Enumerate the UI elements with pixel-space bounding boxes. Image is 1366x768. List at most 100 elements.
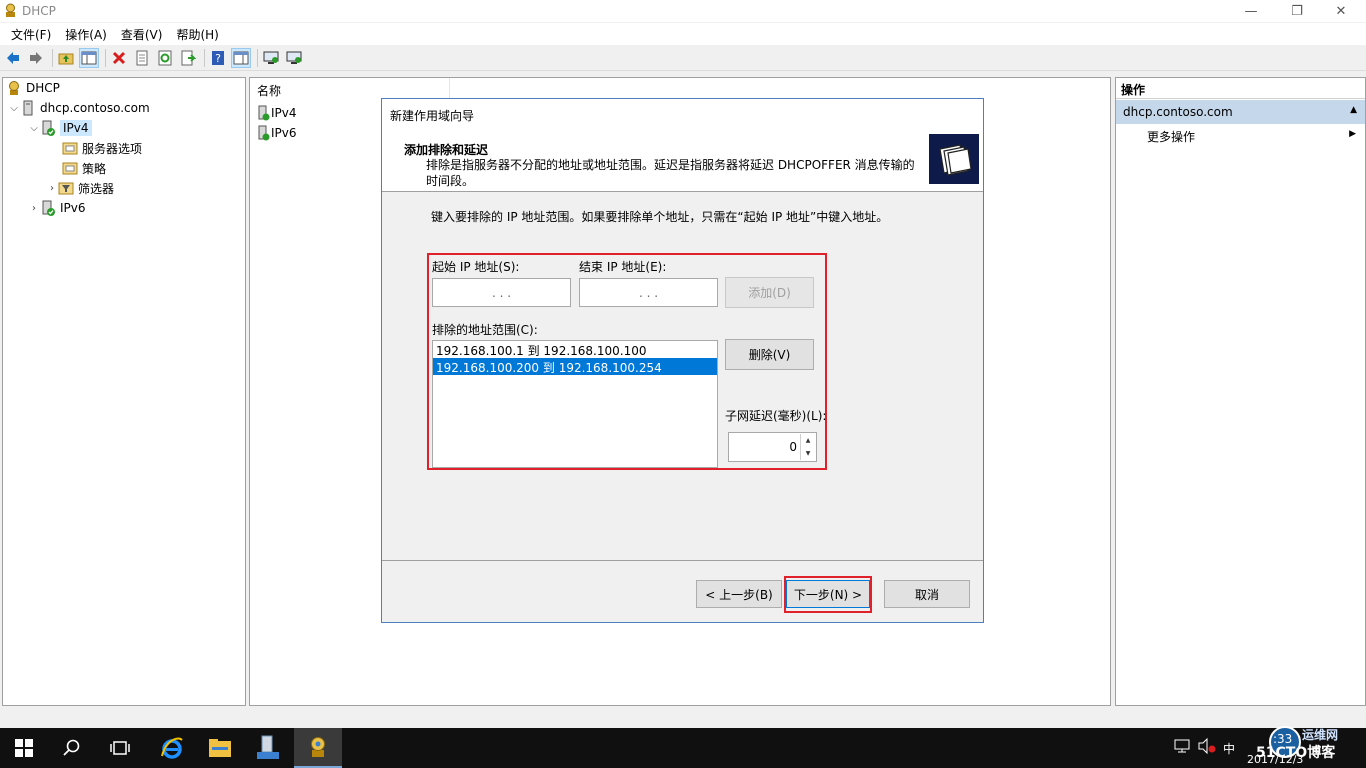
input-language-indicator[interactable]: 中	[1223, 740, 1235, 757]
back-button[interactable]: < 上一步(B)	[696, 580, 782, 608]
mmc-window: DHCP — ❐ ✕ 文件(F) 操作(A) 查看(V) 帮助(H) ? DHC…	[0, 0, 1366, 728]
properties-icon[interactable]	[132, 48, 152, 68]
spin-up-icon[interactable]: ▲	[801, 434, 815, 447]
policies-icon	[62, 162, 78, 175]
back-arrow-icon[interactable]	[3, 48, 23, 68]
remove-button[interactable]: 删除(V)	[725, 339, 814, 370]
show-hide-action-pane-icon[interactable]	[231, 48, 251, 68]
file-explorer-icon[interactable]	[196, 728, 244, 768]
tree-item-ipv4[interactable]: ⌵ IPv4	[28, 118, 92, 138]
tree-label: dhcp.contoso.com	[40, 101, 150, 115]
dhcp-taskbar-icon[interactable]	[294, 728, 342, 768]
server-manager-icon[interactable]	[244, 728, 292, 768]
next-button[interactable]: 下一步(N) >	[786, 580, 870, 608]
list-item[interactable]: IPv6	[257, 124, 297, 142]
tree-item-server[interactable]: ⌵ dhcp.contoso.com	[8, 98, 150, 118]
authorize-server-icon[interactable]	[261, 48, 281, 68]
restore-button[interactable]: ❐	[1274, 0, 1320, 22]
tree-label: DHCP	[26, 81, 60, 95]
toolbar: ?	[0, 46, 1366, 71]
excluded-ranges-list[interactable]: 192.168.100.1 到 192.168.100.100 192.168.…	[432, 340, 718, 468]
wizard-section-description: 排除是指服务器不分配的地址或地址范围。延迟是指服务器将延迟 DHCPOFFER …	[426, 158, 915, 188]
internet-explorer-icon[interactable]	[148, 728, 196, 768]
tree-item-filters[interactable]: › 筛选器	[46, 178, 114, 198]
toolbar-separator	[105, 49, 106, 67]
dhcp-trophy-icon	[9, 81, 19, 95]
start-windows-icon[interactable]	[0, 728, 48, 768]
footer-divider	[382, 560, 983, 561]
unauthorize-server-icon[interactable]	[284, 48, 304, 68]
ip-octet-separators: . . .	[638, 285, 659, 300]
task-view-icon[interactable]	[96, 728, 144, 768]
wizard-section-title: 添加排除和延迟	[404, 143, 489, 157]
menu-help[interactable]: 帮助(H)	[169, 26, 225, 43]
menu-file[interactable]: 文件(F)	[4, 26, 58, 43]
subnet-delay-spinner[interactable]: 0 ▲ ▼	[728, 432, 817, 462]
collapse-chevron-icon[interactable]: ⌵	[8, 103, 20, 114]
start-ip-input[interactable]: . . .	[432, 278, 571, 307]
actions-pane: 操作 dhcp.contoso.com ▲ 更多操作 ▶	[1115, 77, 1366, 706]
actions-header: 操作	[1116, 78, 1365, 99]
add-button[interactable]: 添加(D)	[725, 277, 814, 308]
dhcp-app-icon	[6, 3, 15, 17]
toolbar-separator	[52, 49, 53, 67]
tree-label: 筛选器	[78, 181, 115, 196]
network-icon[interactable]	[1174, 738, 1190, 757]
menu-action[interactable]: 操作(A)	[58, 26, 114, 43]
end-ip-input[interactable]: . . .	[579, 278, 718, 307]
cancel-button[interactable]: 取消	[884, 580, 970, 608]
actions-section-server[interactable]: dhcp.contoso.com ▲	[1116, 100, 1365, 124]
ipv4-server-icon	[258, 105, 270, 121]
tree-label: IPv4	[60, 120, 92, 136]
menu-view[interactable]: 查看(V)	[114, 26, 170, 43]
wizard-header: 新建作用域向导 添加排除和延迟 排除是指服务器不分配的地址或地址范围。延迟是指服…	[382, 99, 983, 192]
list-item-label: IPv6	[271, 126, 297, 140]
spin-down-icon[interactable]: ▼	[801, 447, 815, 460]
tree-label: 服务器选项	[82, 141, 143, 156]
up-folder-icon[interactable]	[56, 48, 76, 68]
excluded-ranges-label: 排除的地址范围(C):	[432, 323, 538, 337]
list-item[interactable]: 192.168.100.1 到 192.168.100.100	[433, 341, 717, 358]
window-title: DHCP	[22, 4, 56, 18]
list-item-label: IPv4	[271, 106, 297, 120]
delete-icon[interactable]	[109, 48, 129, 68]
actions-section-label: dhcp.contoso.com	[1123, 105, 1233, 119]
svg-text:?: ?	[215, 52, 221, 65]
taskbar: 中	[0, 728, 1366, 768]
spinner-arrows: ▲ ▼	[800, 434, 815, 460]
volume-muted-icon[interactable]	[1198, 737, 1216, 757]
expand-chevron-icon[interactable]: ›	[28, 203, 40, 214]
export-list-icon[interactable]	[178, 48, 198, 68]
toolbar-separator	[204, 49, 205, 67]
collapse-chevron-icon[interactable]: ⌵	[28, 123, 40, 134]
collapse-triangle-icon[interactable]: ▲	[1350, 105, 1357, 115]
more-actions-link[interactable]: 更多操作	[1147, 128, 1195, 145]
subnet-delay-label: 子网延迟(毫秒)(L):	[725, 409, 827, 423]
list-item-selected[interactable]: 192.168.100.200 到 192.168.100.254	[433, 358, 717, 375]
forward-arrow-icon[interactable]	[26, 48, 46, 68]
search-icon[interactable]	[48, 728, 96, 768]
tree-item-dhcp[interactable]: DHCP	[6, 78, 60, 98]
expand-chevron-icon[interactable]: ›	[46, 183, 58, 194]
title-bar: DHCP — ❐ ✕	[0, 0, 1366, 22]
ipv6-server-icon	[42, 200, 55, 216]
help-icon[interactable]: ?	[208, 48, 228, 68]
tree-item-policies[interactable]: 策略	[62, 158, 106, 178]
subnet-delay-value: 0	[789, 440, 797, 454]
clock-date: 2017/12/3	[1247, 753, 1304, 766]
wizard-title: 新建作用域向导	[390, 109, 475, 123]
watermark-line1: 运维网	[1302, 728, 1339, 742]
submenu-arrow-icon: ▶	[1349, 129, 1356, 139]
minimize-button[interactable]: —	[1228, 0, 1274, 22]
refresh-icon[interactable]	[155, 48, 175, 68]
close-button[interactable]: ✕	[1318, 0, 1364, 22]
ipv4-server-icon	[42, 120, 55, 136]
show-hide-tree-icon[interactable]	[79, 48, 99, 68]
tree-item-ipv6[interactable]: › IPv6	[28, 198, 86, 218]
new-scope-wizard-dialog: 新建作用域向导 添加排除和延迟 排除是指服务器不分配的地址或地址范围。延迟是指服…	[381, 98, 984, 623]
list-item[interactable]: IPv4	[257, 104, 297, 122]
column-header-name[interactable]: 名称	[250, 78, 450, 100]
menu-bar: 文件(F) 操作(A) 查看(V) 帮助(H)	[0, 23, 1366, 45]
server-options-icon	[62, 142, 78, 155]
tree-item-server-options[interactable]: 服务器选项	[62, 138, 142, 158]
